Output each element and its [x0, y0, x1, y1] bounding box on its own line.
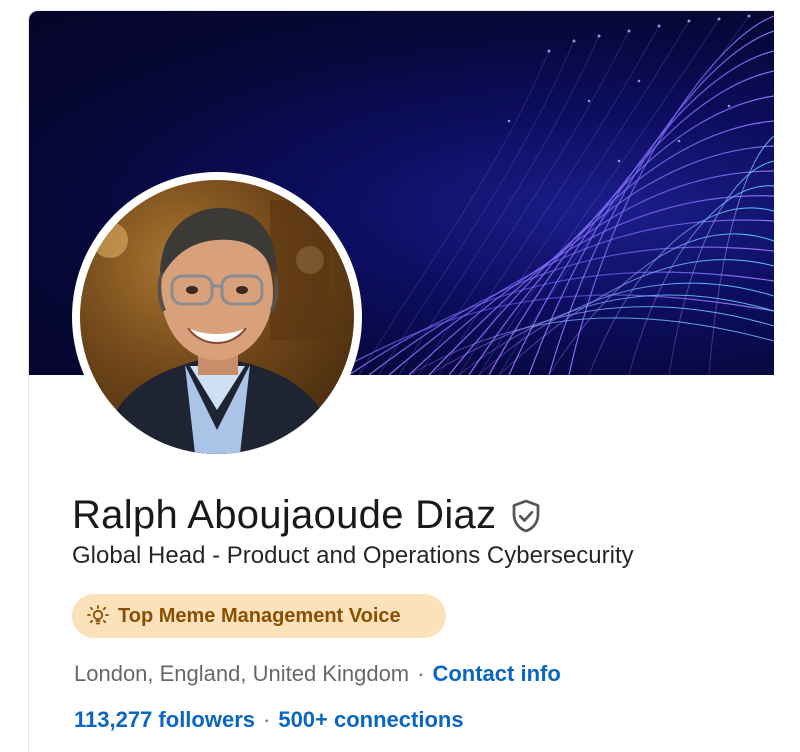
top-voice-badge[interactable]: Top Meme Management Voice [72, 594, 446, 638]
contact-info-link[interactable]: Contact info [432, 661, 560, 687]
lightbulb-icon [86, 604, 110, 628]
profile-avatar[interactable] [80, 180, 354, 454]
name-row: Ralph Aboujaoude Diaz [72, 490, 544, 540]
verified-shield-icon[interactable] [508, 498, 544, 534]
avatar-portrait [92, 200, 340, 454]
profile-headline: Global Head - Product and Operations Cyb… [72, 542, 634, 569]
followers-link[interactable]: 113,277 followers [74, 707, 255, 733]
profile-name: Ralph Aboujaoude Diaz [72, 492, 497, 537]
badge-label: Top Meme Management Voice [118, 604, 401, 627]
card-edge-mask [29, 689, 59, 752]
profile-location: London, England, United Kingdom [74, 661, 410, 686]
connections-link[interactable]: 500+ connections [278, 707, 463, 733]
separator-dot: · [263, 707, 271, 732]
stats-row: 113,277 followers · 500+ connections [74, 707, 464, 733]
location-row: London, England, United Kingdom · Contac… [74, 661, 561, 687]
separator-dot: · [417, 661, 425, 686]
